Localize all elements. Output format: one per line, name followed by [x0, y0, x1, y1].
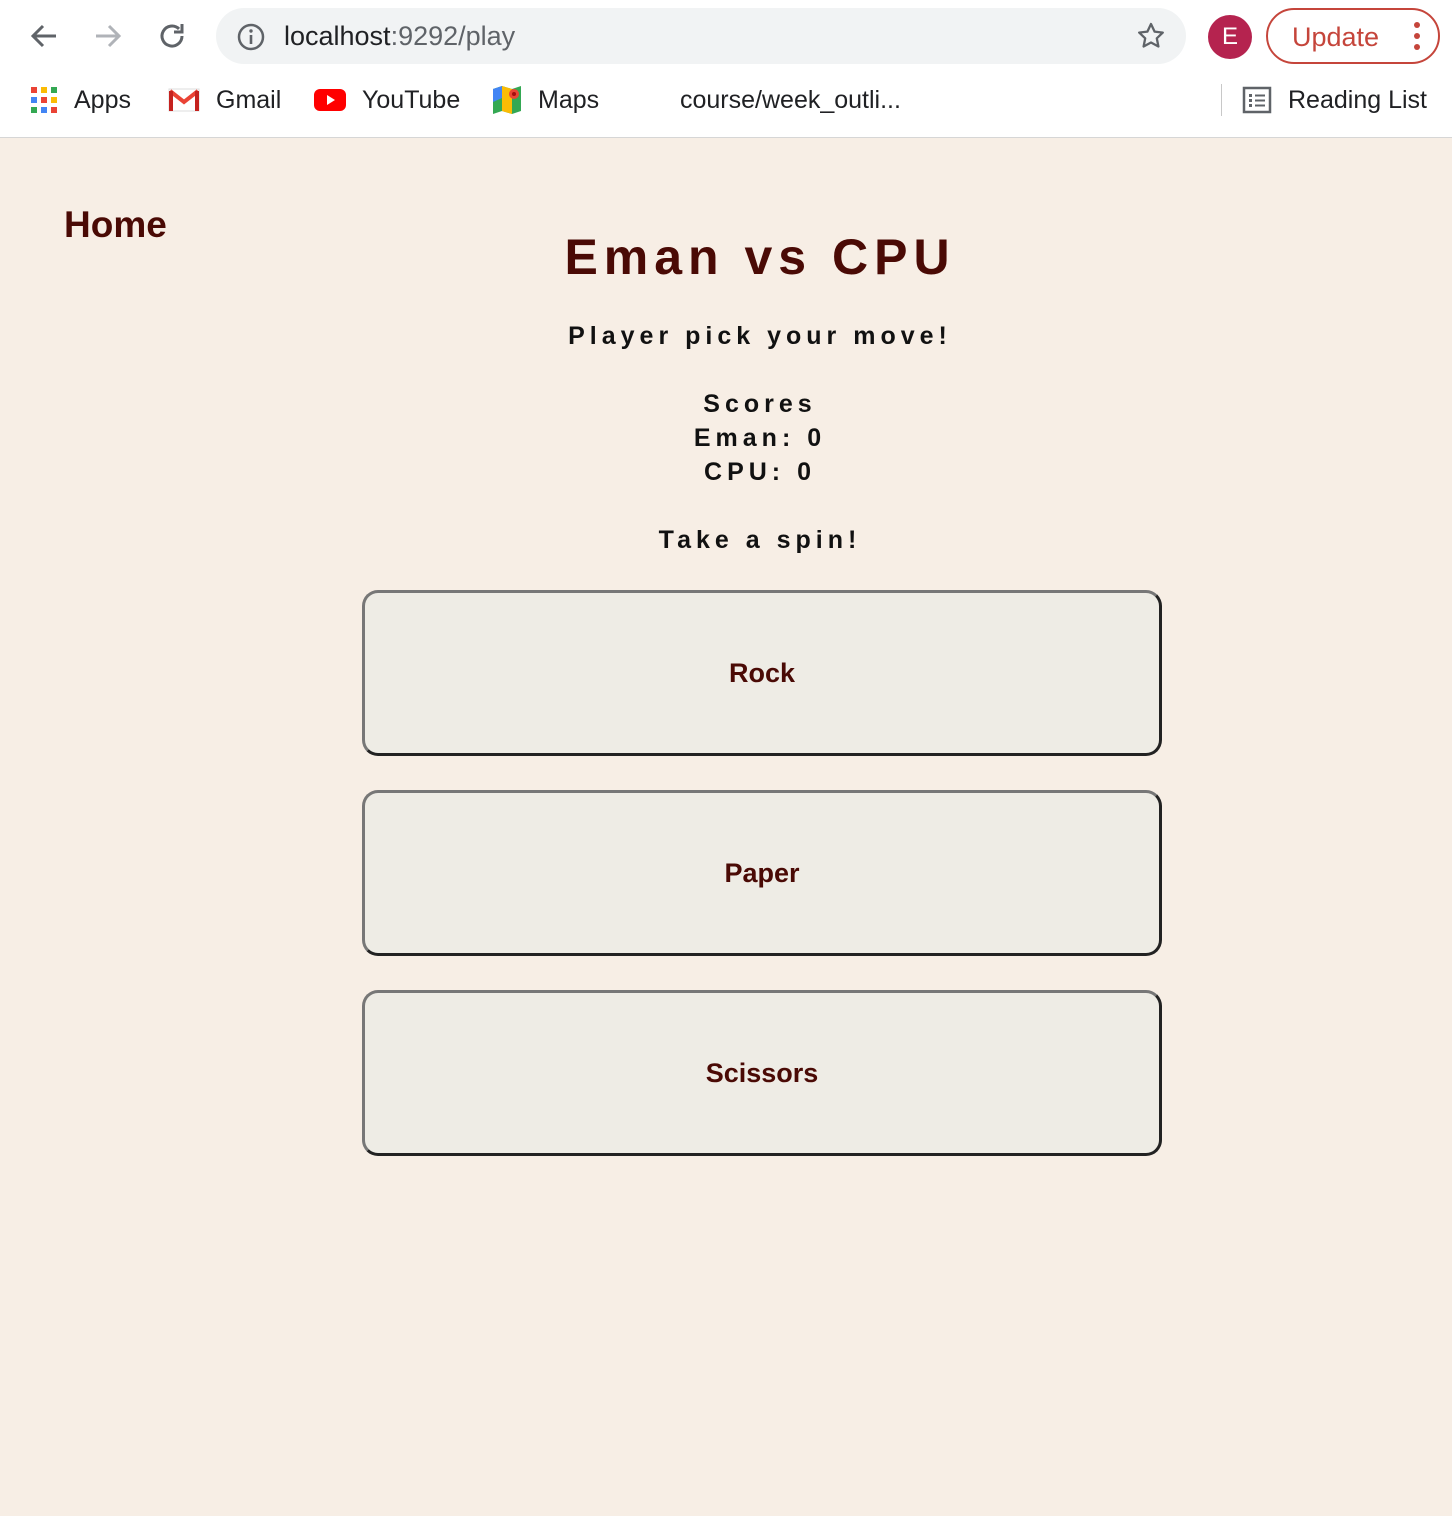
reading-list-label: Reading List [1288, 85, 1427, 114]
paper-button[interactable]: Paper [362, 790, 1162, 956]
youtube-icon [314, 88, 346, 112]
bookmark-apps[interactable]: Apps [30, 76, 131, 124]
url-text[interactable]: localhost:9292/play [284, 22, 515, 50]
scores-heading: Scores [703, 390, 817, 418]
back-button[interactable] [24, 16, 64, 56]
reading-list-button[interactable]: Reading List [1242, 76, 1427, 124]
forward-button[interactable] [88, 16, 128, 56]
update-button[interactable]: Update [1266, 8, 1440, 64]
reading-list-icon [1242, 86, 1272, 114]
bookmark-label: Gmail [216, 85, 282, 114]
bookmark-label: Maps [538, 85, 600, 114]
reload-icon [160, 24, 184, 48]
page-title: Eman vs CPU [564, 229, 956, 285]
more-menu-icon[interactable] [1414, 22, 1420, 55]
bookmark-star-icon[interactable] [1136, 21, 1166, 56]
move-prompt: Player pick your move! [568, 322, 952, 350]
bookmark-label: Apps [74, 85, 131, 114]
gmail-icon [168, 88, 200, 112]
site-info-icon[interactable] [236, 22, 266, 57]
profile-avatar[interactable]: E [1208, 15, 1252, 59]
bookmarks-bar: Apps Gmail YouTube Maps course/week_outl… [0, 76, 1452, 124]
address-bar[interactable]: localhost:9292/play [216, 8, 1186, 64]
player-score: Eman: 0 [693, 424, 827, 452]
browser-chrome: localhost:9292/play E Update Apps Gmail … [0, 0, 1452, 138]
maps-icon [492, 85, 522, 115]
scissors-button[interactable]: Scissors [362, 990, 1162, 1156]
apps-grid-icon [30, 86, 58, 114]
bookmark-gmail[interactable]: Gmail [168, 76, 281, 124]
bookmark-label: YouTube [362, 85, 461, 114]
bookmark-label: course/week_outli... [680, 85, 901, 114]
url-path: :9292/play [390, 21, 516, 51]
avatar-initial: E [1221, 23, 1238, 50]
bookmark-course[interactable]: course/week_outli... [680, 76, 901, 124]
bookmark-maps[interactable]: Maps [492, 76, 599, 124]
bookmarks-divider [1221, 84, 1222, 116]
rock-button[interactable]: Rock [362, 590, 1162, 756]
update-label: Update [1292, 22, 1380, 52]
arrow-left-icon [30, 24, 56, 48]
reload-button[interactable] [152, 16, 192, 56]
url-host: localhost [284, 21, 391, 51]
arrow-right-icon [96, 24, 122, 48]
spin-text: Take a spin! [658, 526, 862, 554]
bookmark-youtube[interactable]: YouTube [314, 76, 460, 124]
cpu-score: CPU: 0 [704, 458, 816, 486]
